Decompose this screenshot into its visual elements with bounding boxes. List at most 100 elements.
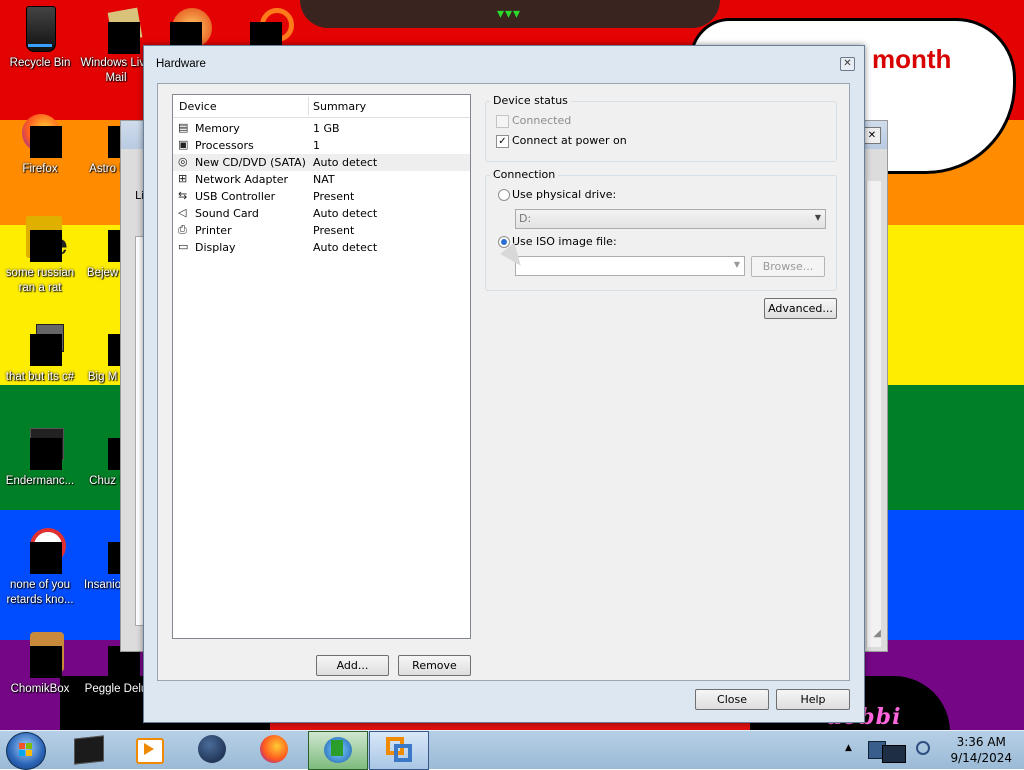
connection-title: Connection bbox=[490, 168, 559, 181]
device-name: Display bbox=[195, 241, 236, 254]
terminal-icon bbox=[74, 735, 104, 765]
physical-drive-select[interactable]: D: ▼ bbox=[515, 209, 826, 229]
desktop-icon-label: Recycle Bin bbox=[9, 57, 71, 69]
device-row-network-adapter[interactable]: ⊞ Network Adapter NAT bbox=[173, 171, 470, 188]
browse-button[interactable]: Browse... bbox=[751, 256, 825, 277]
close-button[interactable]: Close bbox=[695, 689, 769, 710]
advanced-button[interactable]: Advanced... bbox=[764, 298, 837, 319]
device-name: New CD/DVD (SATA) bbox=[195, 156, 306, 169]
printer-icon: ⎙ bbox=[178, 223, 187, 236]
use-iso-image-label: Use ISO image file: bbox=[512, 235, 617, 248]
device-name: Sound Card bbox=[195, 207, 259, 220]
desktop-icon-label: some russian ran a rat bbox=[5, 267, 75, 294]
tray-volume-icon[interactable] bbox=[916, 741, 930, 755]
dialog-close-button[interactable]: ✕ bbox=[840, 57, 855, 71]
device-name: Printer bbox=[195, 224, 232, 237]
device-name: Network Adapter bbox=[195, 173, 289, 186]
device-summary: Auto detect bbox=[313, 156, 378, 169]
taskbar-clock[interactable]: 3:36 AM 9/14/2024 bbox=[950, 734, 1012, 766]
add-button[interactable]: Add... bbox=[316, 655, 389, 676]
desktop-icon-some-russian[interactable]: e some russian ran a rat bbox=[0, 216, 80, 296]
resize-grip-icon[interactable]: ◢ bbox=[873, 628, 881, 639]
column-header-device[interactable]: Device bbox=[179, 100, 217, 113]
physical-drive-value: D: bbox=[519, 212, 532, 225]
clock-time: 3:36 AM bbox=[956, 735, 1006, 749]
taskbar-item-media-player[interactable] bbox=[120, 731, 178, 768]
taskbar-item-firefox[interactable] bbox=[246, 731, 304, 768]
device-row-sound-card[interactable]: ◁ Sound Card Auto detect bbox=[173, 205, 470, 222]
taskbar-item-vmware[interactable] bbox=[369, 731, 429, 770]
cd-dvd-icon: ◎ bbox=[178, 155, 188, 168]
device-name: Processors bbox=[195, 139, 254, 152]
device-row-display[interactable]: ▭ Display Auto detect bbox=[173, 239, 470, 256]
firefox-icon bbox=[16, 112, 64, 160]
desktop-icon-label: ChomikBox bbox=[10, 683, 70, 695]
clock-date: 9/14/2024 bbox=[950, 751, 1012, 765]
desktop-icon-that-but-its-csharp[interactable]: that but its c# bbox=[0, 320, 80, 385]
background-window-scrollbar[interactable] bbox=[866, 181, 881, 647]
firefox-icon bbox=[260, 735, 288, 763]
device-row-cd-dvd[interactable]: ◎ New CD/DVD (SATA) Auto detect bbox=[173, 154, 470, 171]
remove-button[interactable]: Remove bbox=[398, 655, 471, 676]
start-button[interactable] bbox=[6, 732, 46, 770]
usb-icon: ⇆ bbox=[178, 189, 188, 202]
desktop-icon-recycle-bin[interactable]: Recycle Bin bbox=[0, 6, 80, 71]
device-name: USB Controller bbox=[195, 190, 276, 203]
app-circle-icon bbox=[16, 528, 66, 576]
device-list[interactable]: Device Summary ▤ Memory 1 GB ▣ Processor… bbox=[172, 94, 471, 639]
device-list-header: Device Summary bbox=[173, 95, 470, 118]
taskbar-item-browser[interactable] bbox=[184, 731, 242, 768]
device-summary: 1 GB bbox=[313, 122, 340, 135]
device-summary: NAT bbox=[313, 173, 335, 186]
device-name: Memory bbox=[195, 122, 240, 135]
desktop-icon-none-of-you[interactable]: none of you retards kno... bbox=[0, 528, 80, 608]
close-icon: ✕ bbox=[843, 58, 852, 69]
taskbar-item-download-manager[interactable] bbox=[308, 731, 368, 770]
use-physical-drive-label: Use physical drive: bbox=[512, 188, 617, 201]
device-summary: Auto detect bbox=[313, 241, 378, 254]
background-window-close-button[interactable]: ✕ bbox=[863, 127, 881, 144]
desktop-icon-label: Firefox bbox=[22, 163, 58, 175]
network-adapter-icon: ⊞ bbox=[178, 172, 188, 185]
recycle-bin-icon bbox=[16, 6, 64, 54]
device-status-group bbox=[485, 101, 837, 162]
desktop-icon-label: Endermanc... bbox=[5, 475, 75, 487]
desktop-icon-endermanch[interactable]: Endermanc... bbox=[0, 424, 80, 489]
globe-icon bbox=[198, 735, 226, 763]
column-header-summary[interactable]: Summary bbox=[313, 100, 366, 113]
processor-icon: ▣ bbox=[178, 138, 189, 151]
taskbar: ▲ 3:36 AM 9/14/2024 bbox=[0, 730, 1024, 770]
connect-at-power-on-checkbox[interactable]: ✓ bbox=[496, 135, 509, 148]
hardware-dialog[interactable]: Hardware ✕ Device Summary ▤ Memory 1 GB … bbox=[143, 45, 865, 723]
ie-icon: e bbox=[16, 216, 68, 264]
device-row-processors[interactable]: ▣ Processors 1 bbox=[173, 137, 470, 154]
use-physical-drive-radio[interactable] bbox=[498, 189, 510, 201]
app-window-icon bbox=[16, 424, 64, 472]
device-row-usb-controller[interactable]: ⇆ USB Controller Present bbox=[173, 188, 470, 205]
display-icon: ▭ bbox=[178, 240, 189, 253]
desktop-icon-label: none of you retards kno... bbox=[6, 579, 74, 606]
sound-icon: ◁ bbox=[178, 206, 187, 219]
desktop-icon-chomikbox[interactable]: ChomikBox bbox=[0, 632, 80, 697]
help-button[interactable]: Help bbox=[776, 689, 850, 710]
device-summary: Present bbox=[313, 190, 355, 203]
taskbar-item-terminal[interactable] bbox=[60, 731, 118, 768]
windows-logo-icon bbox=[19, 743, 32, 756]
wallpaper-green-dots: ▾▾▾ bbox=[497, 6, 522, 22]
stacked-windows-icon bbox=[16, 320, 64, 368]
chevron-down-icon: ▼ bbox=[733, 260, 740, 269]
device-summary: Auto detect bbox=[313, 207, 378, 220]
tray-network-icon[interactable] bbox=[864, 737, 912, 763]
device-row-printer[interactable]: ⎙ Printer Present bbox=[173, 222, 470, 239]
column-separator[interactable] bbox=[308, 97, 309, 115]
iso-image-path-input[interactable]: ▼ bbox=[515, 256, 745, 276]
device-summary: 1 bbox=[313, 139, 320, 152]
dialog-title: Hardware bbox=[156, 58, 206, 70]
speech-bubble-text: month bbox=[872, 44, 952, 74]
desktop-icon-firefox[interactable]: Firefox bbox=[0, 112, 80, 177]
connected-checkbox[interactable] bbox=[496, 115, 509, 128]
connect-at-power-on-label: Connect at power on bbox=[512, 134, 627, 147]
show-hidden-icons-chevron-icon[interactable]: ▲ bbox=[845, 743, 852, 753]
desktop-icon-label: that but its c# bbox=[5, 371, 75, 383]
device-row-memory[interactable]: ▤ Memory 1 GB bbox=[173, 120, 470, 137]
